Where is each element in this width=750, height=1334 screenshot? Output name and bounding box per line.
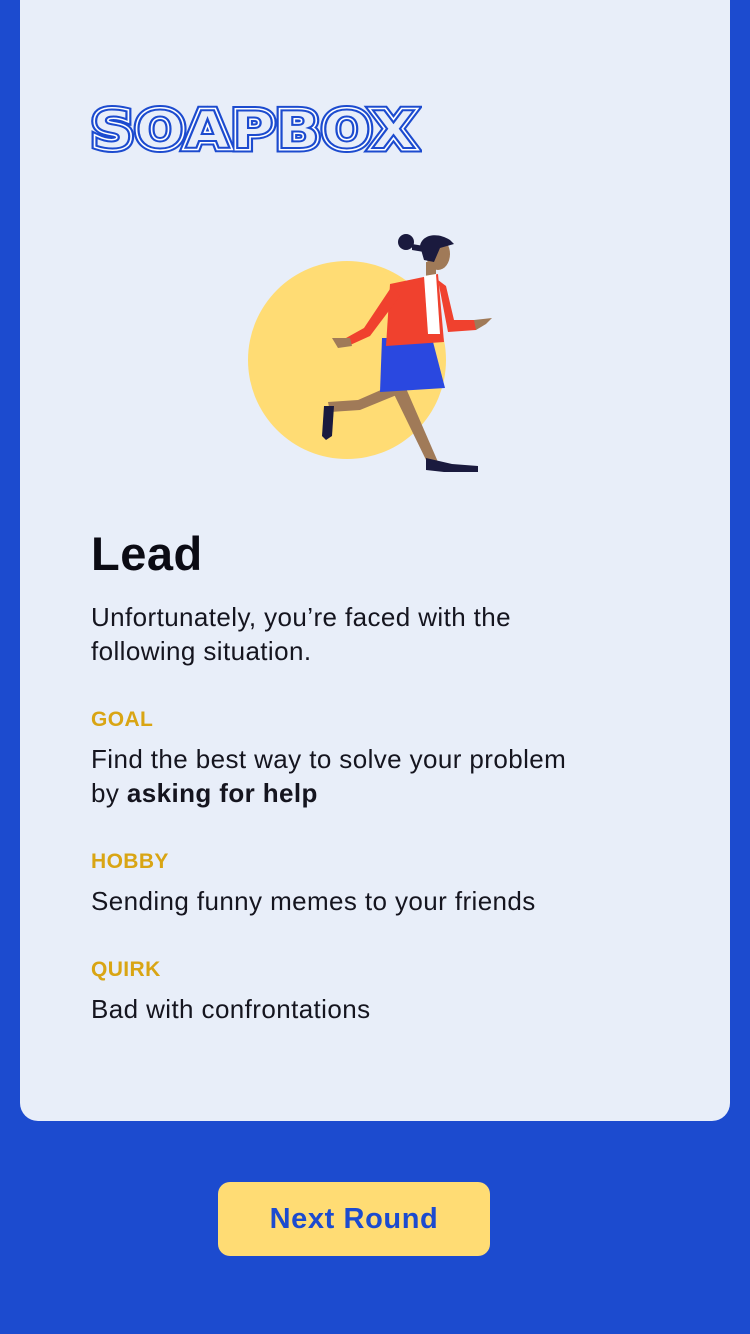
hobby-label: HOBBY xyxy=(91,850,169,873)
back-shoe xyxy=(426,458,478,472)
logo-fill: SOAPBOX xyxy=(92,101,418,158)
goal-line-1: Find the best way to solve your problem xyxy=(91,744,567,774)
running-woman-illustration xyxy=(240,226,500,478)
goal-line-2: by asking for help xyxy=(91,776,651,810)
intro-text: Unfortunately, you’re faced with the fol… xyxy=(91,600,651,668)
soapbox-logo: SOAPBOX SOAPBOX SOAPBOX xyxy=(90,98,422,158)
goal-line-2-prefix: by xyxy=(91,778,127,808)
goal-text: Find the best way to solve your problem … xyxy=(91,742,651,810)
next-round-button[interactable]: Next Round xyxy=(218,1182,490,1256)
hobby-text: Sending funny memes to your friends xyxy=(91,886,536,916)
goal-emphasis: asking for help xyxy=(126,778,318,808)
goal-label: GOAL xyxy=(91,708,154,731)
intro-line-1: Unfortunately, you’re faced with the xyxy=(91,602,512,632)
intro-line-2: following situation. xyxy=(91,636,312,666)
quirk-text: Bad with confrontations xyxy=(91,994,371,1024)
quirk-label: QUIRK xyxy=(91,958,161,981)
role-title: Lead xyxy=(91,527,203,580)
